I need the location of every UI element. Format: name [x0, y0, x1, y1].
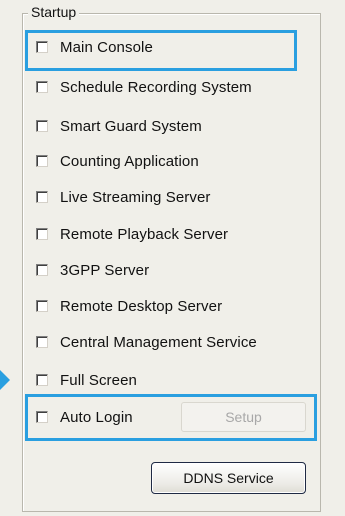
startup-panel: Startup Main Console Schedule Recording …	[0, 0, 345, 516]
remote-desktop-option[interactable]: Remote Desktop Server	[36, 296, 222, 316]
main-console-option[interactable]: Main Console	[36, 37, 153, 57]
groupbox-title: Startup	[28, 4, 80, 20]
live-streaming-label: Live Streaming Server	[60, 188, 211, 206]
counting-application-checkbox[interactable]	[36, 155, 48, 167]
setup-button[interactable]: Setup	[181, 402, 306, 432]
schedule-recording-label: Schedule Recording System	[60, 78, 252, 96]
central-management-option[interactable]: Central Management Service	[36, 332, 257, 352]
full-screen-option[interactable]: Full Screen	[36, 370, 137, 390]
central-management-checkbox[interactable]	[36, 336, 48, 348]
smart-guard-option[interactable]: Smart Guard System	[36, 116, 202, 136]
schedule-recording-option[interactable]: Schedule Recording System	[36, 77, 252, 97]
3gpp-server-checkbox[interactable]	[36, 264, 48, 276]
counting-application-label: Counting Application	[60, 152, 199, 170]
full-screen-checkbox[interactable]	[36, 374, 48, 386]
3gpp-server-option[interactable]: 3GPP Server	[36, 260, 149, 280]
pointer-arrow-icon	[0, 370, 10, 390]
remote-playback-option[interactable]: Remote Playback Server	[36, 224, 228, 244]
counting-application-option[interactable]: Counting Application	[36, 151, 199, 171]
main-console-checkbox[interactable]	[36, 41, 48, 53]
smart-guard-label: Smart Guard System	[60, 117, 202, 135]
smart-guard-checkbox[interactable]	[36, 120, 48, 132]
auto-login-option[interactable]: Auto Login	[36, 407, 133, 427]
full-screen-label: Full Screen	[60, 371, 137, 389]
live-streaming-option[interactable]: Live Streaming Server	[36, 187, 211, 207]
central-management-label: Central Management Service	[60, 333, 257, 351]
3gpp-server-label: 3GPP Server	[60, 261, 150, 279]
remote-desktop-checkbox[interactable]	[36, 300, 48, 312]
auto-login-label: Auto Login	[60, 408, 133, 426]
setup-button-label: Setup	[225, 409, 262, 425]
remote-playback-label: Remote Playback Server	[60, 225, 229, 243]
remote-desktop-label: Remote Desktop Server	[60, 297, 223, 315]
schedule-recording-checkbox[interactable]	[36, 81, 48, 93]
ddns-service-button[interactable]: DDNS Service	[151, 462, 306, 494]
ddns-service-button-label: DDNS Service	[183, 470, 274, 486]
live-streaming-checkbox[interactable]	[36, 191, 48, 203]
remote-playback-checkbox[interactable]	[36, 228, 48, 240]
main-console-label: Main Console	[60, 38, 153, 56]
auto-login-checkbox[interactable]	[36, 411, 48, 423]
